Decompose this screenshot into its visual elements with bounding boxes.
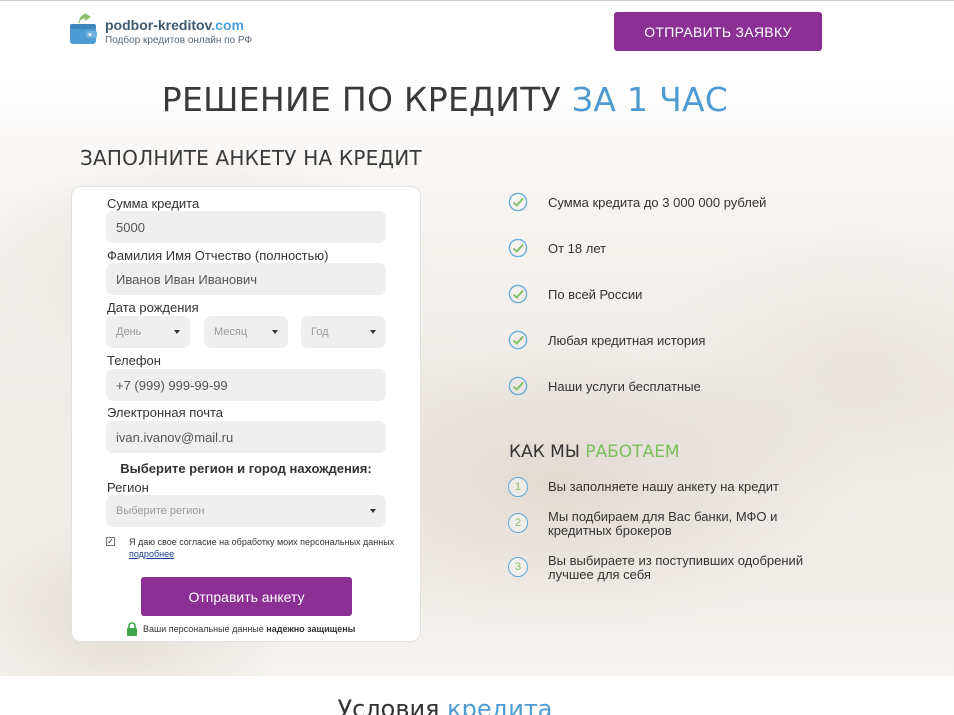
step-item: 1 Вы заполняете нашу анкету на кредит xyxy=(508,477,808,497)
logo-subtitle: Подбор кредитов онлайн по РФ xyxy=(105,35,253,46)
feature-item: Любая кредитная история xyxy=(508,330,705,350)
amount-input[interactable]: 5000 xyxy=(106,211,386,243)
fio-input[interactable]: Иванов Иван Иванович xyxy=(106,263,386,295)
email-input[interactable]: ivan.ivanov@mail.ru xyxy=(106,421,386,453)
birth-year-placeholder: Год xyxy=(311,326,329,338)
conditions-title-accent: кредита xyxy=(447,695,553,715)
feature-text: Любая кредитная история xyxy=(548,332,706,348)
feature-text: Наши услуги бесплатные xyxy=(548,378,701,394)
step-text: Вы выбираете из поступивших одобрений лу… xyxy=(548,553,804,582)
email-label: Электронная почта xyxy=(107,405,224,420)
step-text: Мы подбираем для Вас банки, МФО и кредит… xyxy=(548,509,778,538)
check-icon xyxy=(508,284,528,304)
security-note: Ваши персональные данные надежно защищен… xyxy=(126,622,355,636)
chevron-down-icon xyxy=(370,509,376,513)
check-icon xyxy=(508,238,528,258)
feature-text: Сумма кредита до 3 000 000 рублей xyxy=(548,194,767,210)
feature-text: По всей России xyxy=(548,286,643,302)
security-text-bold: надежно защищены xyxy=(266,624,356,634)
step-item: 3 Вы выбираете из поступивших одобрений … xyxy=(508,553,818,582)
how-we-work-title: КАК МЫ РАБОТАЕМ xyxy=(509,442,680,462)
form-title: ЗАПОЛНИТЕ АНКЕТУ НА КРЕДИТ xyxy=(80,146,422,170)
step-text: Вы заполняете нашу анкету на кредит xyxy=(548,479,779,494)
chevron-down-icon xyxy=(174,330,180,334)
feature-text: От 18 лет xyxy=(548,240,607,256)
step-number: 1 xyxy=(508,477,528,497)
submit-application-button[interactable]: Отправить анкету xyxy=(141,577,352,616)
consent-label: Я даю свое согласие на обработку моих пе… xyxy=(129,537,395,547)
amount-label: Сумма кредита xyxy=(107,196,200,211)
region-select[interactable]: Выберите регион xyxy=(106,495,386,527)
logo-name: podbor-kreditov.com xyxy=(105,17,244,33)
security-text: Ваши персональные данные xyxy=(143,624,264,634)
birth-month-placeholder: Месяц xyxy=(214,326,248,338)
consent-row: ✓ Я даю свое согласие на обработку моих … xyxy=(106,536,396,560)
send-request-button[interactable]: ОТПРАВИТЬ ЗАЯВКУ xyxy=(614,12,822,51)
page-title-main: РЕШЕНИЕ ПО КРЕДИТУ xyxy=(161,80,562,119)
chevron-down-icon xyxy=(370,330,376,334)
consent-details-link[interactable]: подробнее xyxy=(129,549,174,559)
birth-month-select[interactable]: Месяц xyxy=(204,316,288,348)
phone-input[interactable]: +7 (999) 999-99-99 xyxy=(106,369,386,401)
birth-day-placeholder: День xyxy=(116,326,142,338)
consent-checkbox[interactable]: ✓ xyxy=(106,537,115,546)
phone-label: Телефон xyxy=(107,353,161,368)
conditions-title: Условия кредита xyxy=(0,695,890,715)
region-label: Регион xyxy=(107,480,149,495)
fio-label: Фамилия Имя Отчество (полностью) xyxy=(107,248,329,263)
feature-item: По всей России xyxy=(508,284,642,304)
birth-date-label: Дата рождения xyxy=(107,300,199,315)
site-logo[interactable]: podbor-kreditov.com Подбор кредитов онла… xyxy=(69,12,252,47)
how-title-accent: РАБОТАЕМ xyxy=(585,442,680,462)
wallet-icon xyxy=(69,12,99,46)
step-item: 2 Мы подбираем для Вас банки, МФО и кред… xyxy=(508,509,798,538)
conditions-title-main: Условия xyxy=(337,695,440,715)
logo-domain: .com xyxy=(211,17,244,33)
page-title-accent: ЗА 1 ЧАС xyxy=(571,80,729,119)
feature-item: Наши услуги бесплатные xyxy=(508,376,701,396)
check-icon xyxy=(508,192,528,212)
check-icon xyxy=(508,330,528,350)
chevron-down-icon xyxy=(272,330,278,334)
feature-item: Сумма кредита до 3 000 000 рублей xyxy=(508,192,766,212)
region-heading: Выберите регион и город нахождения: xyxy=(120,461,372,476)
credit-application-form: Сумма кредита 5000 Фамилия Имя Отчество … xyxy=(71,186,421,642)
birth-day-select[interactable]: День xyxy=(106,316,190,348)
region-placeholder: Выберите регион xyxy=(116,505,205,517)
top-divider xyxy=(0,0,954,1)
step-number: 2 xyxy=(508,513,528,533)
feature-item: От 18 лет xyxy=(508,238,606,258)
step-number: 3 xyxy=(508,557,528,577)
lock-icon xyxy=(126,622,138,636)
birth-year-select[interactable]: Год xyxy=(301,316,386,348)
page-title: РЕШЕНИЕ ПО КРЕДИТУ ЗА 1 ЧАС xyxy=(0,80,890,119)
how-title-main: КАК МЫ xyxy=(509,442,580,462)
consent-text: Я даю свое согласие на обработку моих пе… xyxy=(129,536,396,560)
check-icon xyxy=(508,376,528,396)
